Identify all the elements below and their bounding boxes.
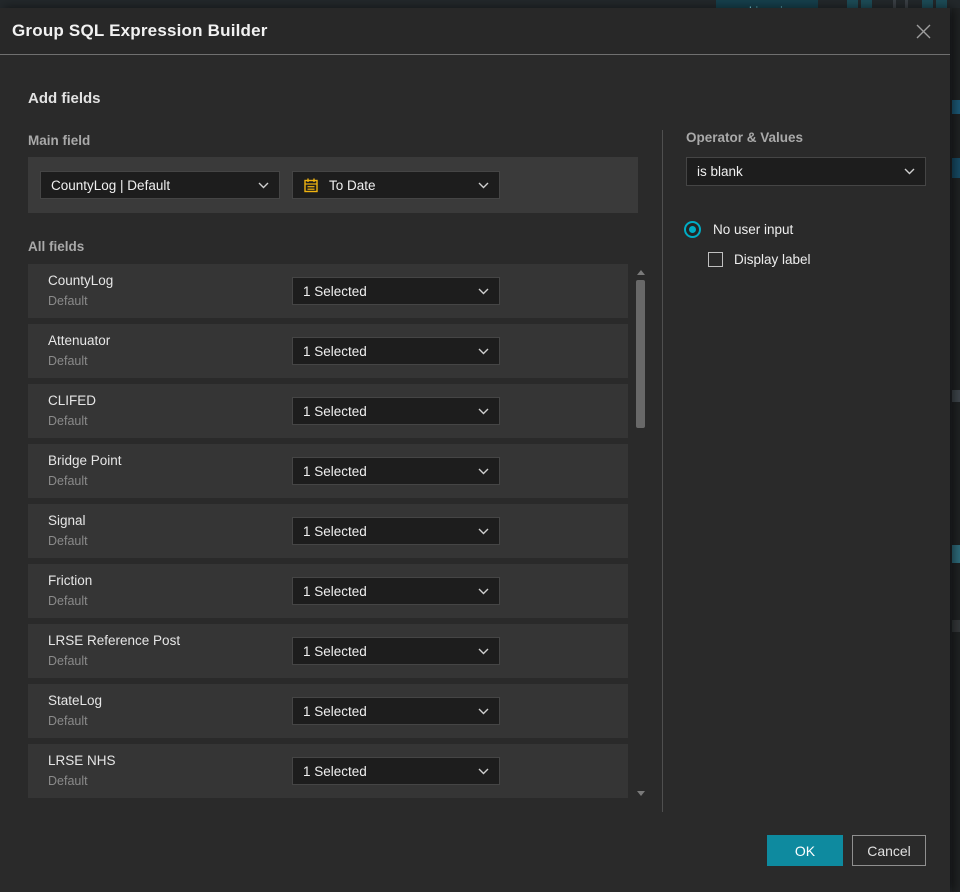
fields-list-scrollbar[interactable]	[634, 264, 649, 800]
field-subtitle: Default	[48, 654, 88, 668]
dialog-titlebar: Group SQL Expression Builder	[0, 8, 950, 55]
operator-dropdown[interactable]: is blank	[686, 157, 926, 186]
dialog-title: Group SQL Expression Builder	[12, 21, 268, 40]
main-field-bar: CountyLog | Default To Date	[28, 157, 638, 213]
background-panel-icon	[922, 0, 933, 8]
field-row: CountyLog Default 1 Selected	[28, 264, 628, 318]
field-selection-value: 1 Selected	[303, 763, 367, 779]
field-selection-dropdown[interactable]: 1 Selected	[292, 397, 500, 425]
chevron-down-icon	[478, 288, 489, 295]
field-row: Signal Default 1 Selected	[28, 504, 628, 558]
field-selection-dropdown[interactable]: 1 Selected	[292, 577, 500, 605]
field-name: CLIFED	[48, 393, 97, 408]
field-subtitle: Default	[48, 294, 88, 308]
field-selection-value: 1 Selected	[303, 523, 367, 539]
chevron-down-icon	[478, 708, 489, 715]
field-selection-dropdown[interactable]: 1 Selected	[292, 457, 500, 485]
no-user-input-label: No user input	[713, 222, 794, 237]
main-field-label: Main field	[28, 133, 91, 148]
date-type-dropdown[interactable]: To Date	[292, 171, 500, 199]
main-field-dropdown-value: CountyLog | Default	[51, 177, 171, 193]
radio-selected-icon	[684, 221, 701, 238]
field-selection-value: 1 Selected	[303, 643, 367, 659]
background-panel-icon	[861, 0, 872, 8]
field-row: Attenuator Default 1 Selected	[28, 324, 628, 378]
checkbox-unchecked-icon	[708, 252, 723, 267]
field-name: StateLog	[48, 693, 103, 708]
chevron-down-icon	[478, 468, 489, 475]
chevron-down-icon	[478, 408, 489, 415]
background-panel-icon	[936, 0, 947, 8]
chevron-down-icon	[478, 768, 489, 775]
display-label-checkbox[interactable]: Display label	[708, 252, 811, 267]
chevron-down-icon	[478, 182, 489, 189]
background-app-right-strip	[952, 8, 960, 892]
display-label-label: Display label	[734, 252, 811, 267]
field-name: CountyLog	[48, 273, 114, 288]
field-subtitle: Default	[48, 414, 88, 428]
field-selection-value: 1 Selected	[303, 703, 367, 719]
background-panel-icon	[847, 0, 858, 8]
ok-button[interactable]: OK	[767, 835, 843, 866]
field-name: Bridge Point	[48, 453, 122, 468]
field-row: Bridge Point Default 1 Selected	[28, 444, 628, 498]
field-name: LRSE NHS	[48, 753, 116, 768]
background-app-top-strip: Live view	[0, 0, 960, 8]
scrollbar-up-arrow-icon[interactable]	[637, 270, 645, 275]
field-subtitle: Default	[48, 534, 88, 548]
scrollbar-thumb[interactable]	[636, 280, 645, 428]
operator-dropdown-value: is blank	[697, 164, 743, 179]
all-fields-list: CountyLog Default 1 Selected Attenuator …	[28, 264, 628, 804]
field-subtitle: Default	[48, 474, 88, 488]
chevron-down-icon	[478, 528, 489, 535]
field-row: LRSE NHS Default 1 Selected	[28, 744, 628, 798]
field-name: Attenuator	[48, 333, 111, 348]
no-user-input-radio[interactable]: No user input	[684, 221, 793, 238]
field-name: Signal	[48, 513, 86, 528]
operator-values-label: Operator & Values	[686, 130, 804, 145]
field-subtitle: Default	[48, 594, 88, 608]
field-selection-dropdown[interactable]: 1 Selected	[292, 517, 500, 545]
chevron-down-icon	[478, 348, 489, 355]
background-divider	[893, 0, 896, 8]
field-subtitle: Default	[48, 774, 88, 788]
field-name: LRSE Reference Post	[48, 633, 181, 648]
field-selection-dropdown[interactable]: 1 Selected	[292, 337, 500, 365]
chevron-down-icon	[478, 588, 489, 595]
all-fields-label: All fields	[28, 239, 85, 254]
chevron-down-icon	[904, 168, 915, 175]
field-row: Friction Default 1 Selected	[28, 564, 628, 618]
field-selection-value: 1 Selected	[303, 463, 367, 479]
scrollbar-down-arrow-icon[interactable]	[637, 791, 645, 796]
cancel-button[interactable]: Cancel	[852, 835, 926, 866]
field-selection-dropdown[interactable]: 1 Selected	[292, 697, 500, 725]
close-icon	[916, 24, 930, 38]
group-sql-expression-builder-dialog: Group SQL Expression Builder Add fields …	[0, 8, 950, 892]
background-divider	[905, 0, 908, 8]
field-selection-value: 1 Selected	[303, 283, 367, 299]
field-selection-dropdown[interactable]: 1 Selected	[292, 757, 500, 785]
field-name: Friction	[48, 573, 93, 588]
field-subtitle: Default	[48, 354, 88, 368]
date-type-dropdown-value: To Date	[329, 177, 376, 193]
field-selection-value: 1 Selected	[303, 343, 367, 359]
live-view-button: Live view	[716, 0, 818, 8]
field-selection-dropdown[interactable]: 1 Selected	[292, 637, 500, 665]
field-row: CLIFED Default 1 Selected	[28, 384, 628, 438]
field-row: StateLog Default 1 Selected	[28, 684, 628, 738]
field-subtitle: Default	[48, 714, 88, 728]
field-selection-value: 1 Selected	[303, 403, 367, 419]
field-selection-value: 1 Selected	[303, 583, 367, 599]
field-row: LRSE Reference Post Default 1 Selected	[28, 624, 628, 678]
main-field-dropdown[interactable]: CountyLog | Default	[40, 171, 280, 199]
field-selection-dropdown[interactable]: 1 Selected	[292, 277, 500, 305]
calendar-icon	[303, 177, 319, 193]
chevron-down-icon	[258, 182, 269, 189]
chevron-down-icon	[478, 648, 489, 655]
vertical-divider	[662, 130, 663, 812]
close-button[interactable]	[908, 16, 938, 46]
add-fields-heading: Add fields	[28, 90, 101, 107]
